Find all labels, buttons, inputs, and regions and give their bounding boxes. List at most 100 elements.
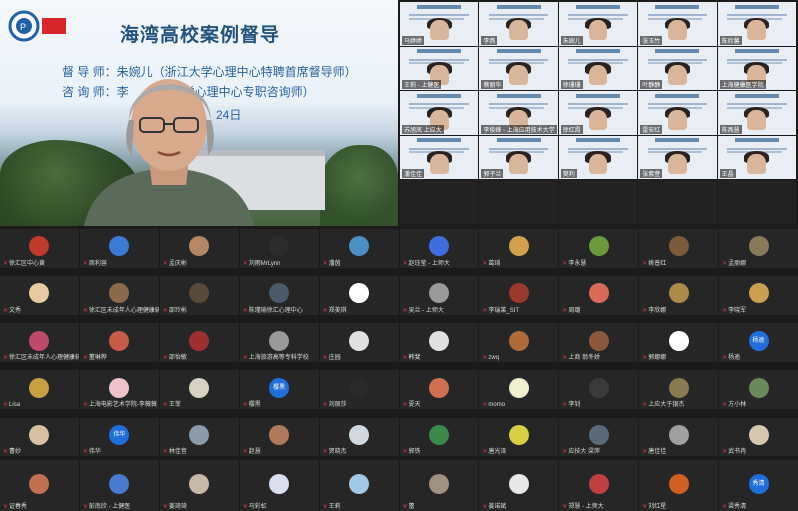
- participant-name-text: 姜诺斌: [488, 504, 507, 510]
- gallery-thumbnails: 马婷婷 李燕 朱婉儿 张玉竹 陈欣馨王莉 - 上健医 蔡丽华 徐珊珊 叶静静 上海健康医学院苏旭…: [398, 0, 798, 226]
- gallery-thumbnail[interactable]: 陈欣馨: [717, 2, 796, 46]
- gallery-thumbnail[interactable]: 马婷婷: [400, 2, 479, 46]
- participant-tile[interactable]: ✕Lisa: [0, 370, 79, 409]
- participant-tile[interactable]: ✕潘茵: [319, 229, 399, 268]
- participant-tile[interactable]: ✕李永慧: [559, 229, 639, 268]
- gallery-thumbnail[interactable]: 王莉 - 上健医: [400, 46, 479, 91]
- speaker-person: [84, 79, 254, 226]
- participant-tile[interactable]: ✕上海电影艺术学院-李薇薇: [79, 370, 159, 409]
- gallery-thumbnail[interactable]: 张紫萱: [638, 135, 717, 180]
- participant-tile[interactable]: ✕赵珏莹 - 上师大: [399, 229, 479, 268]
- gallery-thumbnail[interactable]: 李燕: [479, 2, 558, 46]
- gallery-thumbnail[interactable]: [479, 180, 558, 224]
- gallery-thumbnail[interactable]: 雷安红: [638, 91, 717, 135]
- participant-tile[interactable]: ✕上海旅游高等专科学校: [239, 323, 319, 362]
- participant-name-text: 唐佳佳: [648, 449, 667, 456]
- participant-tile[interactable]: ✕李晓军: [719, 276, 798, 315]
- participant-tile[interactable]: ✕李欣娜: [639, 276, 719, 315]
- participant-tile[interactable]: ✕庄园: [319, 323, 399, 362]
- participant-tile[interactable]: ✕郭铁: [399, 417, 479, 457]
- participant-tile[interactable]: ✕葛琦: [479, 229, 559, 268]
- participant-tile[interactable]: ✕蕾: [399, 460, 479, 511]
- participant-tile[interactable]: ✕刘丽莎: [319, 370, 399, 409]
- participant-tile[interactable]: ✕文秀: [0, 276, 79, 315]
- participant-tile[interactable]: ✕吴兰 - 上师大: [399, 276, 479, 315]
- participant-name: ✕梁秀清: [722, 501, 746, 510]
- participant-tile[interactable]: 伟华 ✕伟华: [79, 417, 159, 457]
- avatar: [748, 424, 769, 445]
- gallery-thumbnail[interactable]: 徐红霞: [558, 91, 638, 135]
- participant-tile[interactable]: ✕夏天: [399, 370, 479, 409]
- participant-tile[interactable]: ✕孟庆彬: [159, 229, 239, 268]
- participant-tile[interactable]: ✕郑慧 - 上师大: [559, 460, 639, 511]
- gallery-thumbnail[interactable]: 陈燕慧: [717, 91, 796, 135]
- participant-tile[interactable]: 樱黑 ✕樱黑: [239, 370, 319, 409]
- participant-name-text: 上商 翁冬娇: [568, 354, 600, 361]
- participant-tile[interactable]: ✕陈瑾瑜徐汇心理中心: [239, 276, 319, 315]
- participant-tile[interactable]: ✕韩斐: [399, 323, 479, 362]
- participant-tile[interactable]: ✕邵玲彬: [159, 276, 239, 315]
- participant-tile[interactable]: ✕姚普红: [639, 229, 719, 268]
- participant-tile[interactable]: 秀清 ✕梁秀清: [719, 460, 798, 511]
- participant-tile[interactable]: ✕赵慧: [239, 417, 319, 457]
- participant-tile[interactable]: ✕贺晓杰: [319, 417, 399, 457]
- participant-tile[interactable]: ✕徐汇区未成年人心理健康辅导...: [0, 323, 79, 362]
- gallery-thumbnail[interactable]: [717, 180, 796, 224]
- gallery-thumbnail[interactable]: 潘佳佳: [400, 135, 479, 180]
- participant-tile[interactable]: ✕孟丽娜: [719, 229, 798, 268]
- participant-name-text: 赵珏莹 - 上师大: [408, 260, 450, 267]
- participant-tile[interactable]: ✕董琳桦: [79, 323, 159, 362]
- active-speaker-video[interactable]: P 海湾高校案例督导 督 导 师：朱婉儿（浙江大学心理中心特聘首席督导师） 咨 …: [0, 0, 398, 226]
- participant-tile[interactable]: ✕曹妙: [0, 417, 79, 457]
- gallery-thumbnail[interactable]: 叶静静: [638, 46, 717, 91]
- gallery-thumbnail[interactable]: 朱婉儿: [558, 2, 638, 46]
- participant-tile[interactable]: ✕方小林: [719, 370, 798, 409]
- participant-tile[interactable]: ✕姜琦琦: [159, 460, 239, 511]
- gallery-thumbnail[interactable]: 王晶: [717, 135, 796, 180]
- participant-name-text: 商利容: [88, 260, 107, 267]
- participant-tile[interactable]: ✕郭娜娜: [639, 323, 719, 362]
- gallery-thumbnail[interactable]: [400, 180, 479, 224]
- participant-tile[interactable]: ✕邵怡敏: [159, 323, 239, 362]
- participant-tile[interactable]: ✕徐汇区中心黄: [0, 229, 79, 268]
- mic-muted-icon: ✕: [162, 449, 168, 456]
- participant-name-text: 樱黑: [248, 401, 261, 408]
- gallery-thumbnail[interactable]: 蔡丽华: [479, 46, 558, 91]
- participant-tile[interactable]: ✕李瑞莱_SIT: [479, 276, 559, 315]
- gallery-thumbnail[interactable]: 上海健康医学院: [717, 46, 796, 91]
- participant-tile[interactable]: ✕商利容: [79, 229, 159, 268]
- participant-tile[interactable]: ✕林佳音: [159, 417, 239, 457]
- gallery-thumbnail[interactable]: [558, 180, 638, 224]
- participant-tile[interactable]: ✕周璐: [559, 276, 639, 315]
- participant-tile[interactable]: ✕王莉: [319, 460, 399, 511]
- participant-tile[interactable]: ✕王菲: [159, 370, 239, 409]
- participant-tile[interactable]: ✕momo: [479, 370, 559, 409]
- participant-tile[interactable]: ✕唐光泽: [479, 417, 559, 457]
- participant-tile[interactable]: ✕上商 翁冬娇: [559, 323, 639, 362]
- participant-tile[interactable]: ✕上应大于银杰: [639, 370, 719, 409]
- gallery-thumbnail[interactable]: 郭子兰: [479, 135, 558, 180]
- participant-tile[interactable]: ✕应技大 梁萍: [559, 417, 639, 457]
- gallery-thumbnail[interactable]: 樊利: [558, 135, 638, 180]
- participant-tile[interactable]: ✕徐汇区未成年人心理健康辅导...: [79, 276, 159, 315]
- gallery-thumbnail[interactable]: 李俊峰 - 上海应用技术大学: [479, 91, 558, 135]
- participant-name-text: 上海电影艺术学院-李薇薇: [88, 401, 157, 408]
- participant-tile[interactable]: ✕彭南欣 - 上健医: [79, 460, 159, 511]
- participant-tile[interactable]: ✕马彩虹: [239, 460, 319, 511]
- participant-tile[interactable]: ✕刘雨MrLynn: [239, 229, 319, 268]
- gallery-thumbnail[interactable]: 张玉竹: [638, 2, 717, 46]
- avatar: [189, 424, 210, 445]
- participant-tile[interactable]: ✕刘红星: [639, 460, 719, 511]
- participant-tile[interactable]: ✕zwq: [479, 323, 559, 362]
- avatar: [668, 283, 689, 304]
- participant-tile[interactable]: ✕武书冉: [719, 417, 798, 457]
- gallery-thumbnail[interactable]: 徐珊珊: [558, 46, 638, 91]
- participant-tile[interactable]: 杨逾 ✕杨逾: [719, 323, 798, 362]
- gallery-thumbnail[interactable]: 苏旭凤 上应大: [400, 91, 479, 135]
- participant-tile[interactable]: ✕姜诺斌: [479, 460, 559, 511]
- participant-tile[interactable]: ✕李钊: [559, 370, 639, 409]
- participant-tile[interactable]: ✕郑美琪: [319, 276, 399, 315]
- participant-tile[interactable]: ✕唐佳佳: [639, 417, 719, 457]
- participant-tile[interactable]: ✕证春秀: [0, 460, 79, 511]
- gallery-thumbnail[interactable]: [638, 180, 717, 224]
